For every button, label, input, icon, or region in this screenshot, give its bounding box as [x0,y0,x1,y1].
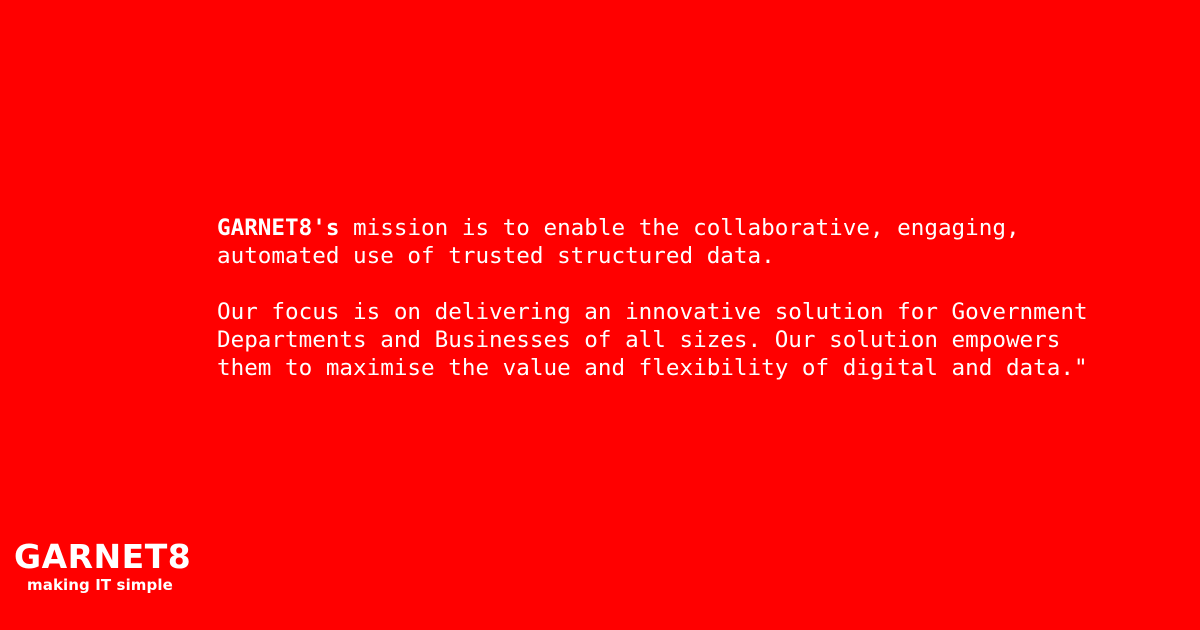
mission-line-1-text: mission is to enable the collaborative, … [339,215,1020,241]
mission-statement: GARNET8's mission is to enable the colla… [217,214,1177,382]
garnet8-logo: GARNET8 making IT simple [14,537,204,595]
logo-tagline: making IT simple [27,576,173,594]
mission-line-1: GARNET8's mission is to enable the colla… [217,214,1177,242]
mission-line-2: automated use of trusted structured data… [217,243,775,269]
brand-name: GARNET8's [217,215,340,241]
logo-wordmark: GARNET8 [14,537,192,576]
focus-line-1: Our focus is on delivering an innovative… [217,299,1088,325]
focus-line-2: Departments and Businesses of all sizes.… [217,327,1061,353]
focus-line-3: them to maximise the value and flexibili… [217,355,1088,381]
